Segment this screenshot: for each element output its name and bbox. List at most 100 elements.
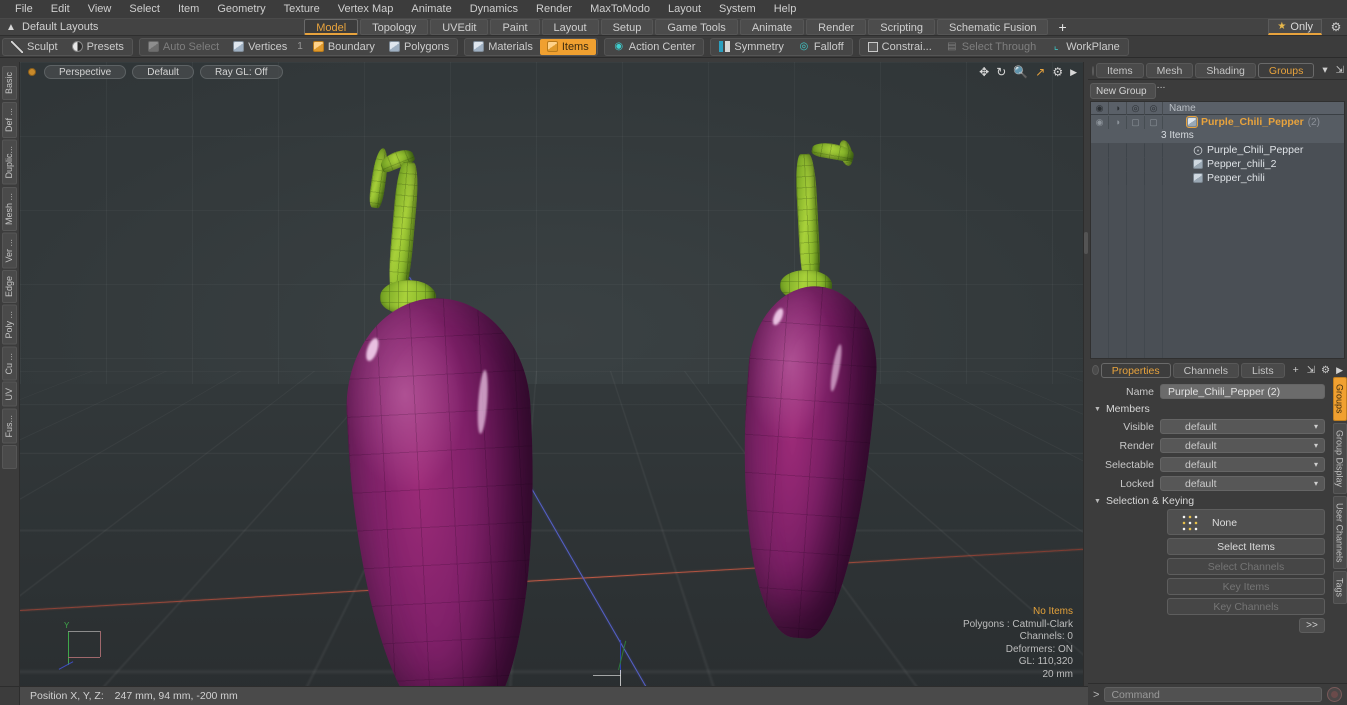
command-input[interactable]: Command (1104, 687, 1322, 702)
layout-tab-render[interactable]: Render (806, 19, 867, 35)
tool-tab-fus[interactable]: Fus... (2, 408, 17, 444)
menu-item-render[interactable]: Render (527, 0, 581, 18)
tab-mesh[interactable]: Mesh ... (1145, 63, 1194, 91)
menu-item-geometry[interactable]: Geometry (208, 0, 274, 18)
lock-icon[interactable]: ◎ (1127, 102, 1145, 115)
side-tab-group-display[interactable]: Group Display (1332, 422, 1347, 494)
table-row[interactable]: ⨀ Purple_Chili_Pepper (1091, 143, 1344, 157)
layout-tab-uvedit[interactable]: UVEdit (430, 19, 489, 35)
tool-tab-basic[interactable]: Basic (2, 66, 17, 101)
only-toggle[interactable]: ★ Only (1268, 19, 1323, 35)
tab-channels[interactable]: Channels (1172, 362, 1239, 378)
rotate-icon[interactable]: ↻ (996, 65, 1006, 79)
action-center-button[interactable]: ◉ Action Center (606, 39, 703, 55)
new-group-button[interactable]: New Group (1090, 83, 1156, 99)
select-through-button[interactable]: ▤ Select Through (939, 39, 1043, 55)
visible-dropdown[interactable]: default (1160, 419, 1325, 434)
tab-shading[interactable]: Shading (1195, 63, 1256, 78)
row-col-1[interactable] (1091, 171, 1109, 185)
table-row[interactable]: Pepper_chili (1091, 171, 1344, 185)
layout-tab-scripting[interactable]: Scripting (868, 19, 936, 35)
tree-row-mesh-1[interactable]: Pepper_chili (1163, 172, 1265, 184)
viewport-menu-dot[interactable] (28, 68, 36, 76)
tool-tab-poly[interactable]: Poly ... (2, 305, 17, 345)
menu-item-item[interactable]: Item (169, 0, 208, 18)
layout-gear-icon[interactable]: ⚙ (1325, 20, 1347, 34)
menu-item-edit[interactable]: Edit (42, 0, 79, 18)
tool-tab-def[interactable]: Def ... (2, 102, 17, 139)
locked-dropdown[interactable]: default (1160, 476, 1325, 491)
tool-tab-extra[interactable] (2, 445, 17, 470)
pan-icon[interactable]: ✥ (979, 65, 989, 79)
menu-item-layout[interactable]: Layout (659, 0, 710, 18)
zoom-icon[interactable]: 🔍 (1013, 65, 1028, 79)
viewport-panel[interactable]: Y No Items Polygons : Catmull-Clark Chan… (20, 62, 1084, 705)
menu-item-select[interactable]: Select (120, 0, 169, 18)
expand-icon[interactable]: ⇲ (1336, 65, 1344, 76)
tool-tab-ver[interactable]: Ver ... (2, 232, 17, 269)
layout-tab-game-tools[interactable]: Game Tools (655, 19, 738, 35)
select-channels-button[interactable]: Select Channels (1167, 558, 1325, 575)
row-col-1[interactable] (1091, 143, 1109, 157)
key-channels-button[interactable]: Key Channels (1167, 598, 1325, 615)
side-tab-user-channels[interactable]: User Channels (1332, 495, 1347, 570)
row-col-3[interactable] (1127, 171, 1145, 185)
workplane-button[interactable]: ⌞ WorkPlane (1043, 39, 1127, 55)
viewport-style-button[interactable]: Default (132, 65, 194, 79)
menu-item-view[interactable]: View (79, 0, 121, 18)
tab-properties[interactable]: Properties (1100, 362, 1171, 378)
tool-tab-cu[interactable]: Cu ... (2, 346, 17, 381)
falloff-button[interactable]: ◎ Falloff (791, 39, 851, 55)
polygons-button[interactable]: Polygons (382, 39, 456, 55)
chevron-right-icon[interactable]: ▶ (1336, 365, 1343, 376)
tree-row-group[interactable]: Purple_Chili_Pepper (2) (1163, 116, 1320, 128)
menu-item-system[interactable]: System (710, 0, 765, 18)
layout-tab-setup[interactable]: Setup (600, 19, 654, 35)
render-dropdown[interactable]: default (1160, 438, 1325, 453)
constraint-button[interactable]: Constrai... (861, 39, 939, 55)
tree-row-locator[interactable]: ⨀ Purple_Chili_Pepper (1163, 144, 1304, 156)
side-tab-tags[interactable]: Tags (1332, 571, 1347, 605)
table-row[interactable]: Pepper_chili_2 (1091, 157, 1344, 171)
add-properties-tab[interactable]: + (1287, 363, 1305, 378)
layout-preset-icon[interactable]: ▲ (0, 22, 22, 33)
layout-tab-layout[interactable]: Layout (541, 19, 599, 35)
presets-button[interactable]: Presets (65, 39, 131, 55)
expand-icon[interactable]: ⇲ (1307, 365, 1315, 376)
row-col-1[interactable] (1091, 157, 1109, 171)
layout-preset-label[interactable]: Default Layouts (22, 21, 112, 33)
selection-keying-section-header[interactable]: ▼ Selection & Keying (1088, 493, 1347, 509)
menu-item-dynamics[interactable]: Dynamics (461, 0, 527, 18)
chevron-right-icon[interactable]: ▶ (1070, 67, 1077, 78)
eye-icon[interactable]: ◉ (1091, 102, 1109, 115)
menu-item-texture[interactable]: Texture (275, 0, 329, 18)
tab-lists[interactable]: Lists (1240, 362, 1285, 378)
row-render-toggle[interactable]: ◑ (1109, 115, 1127, 129)
side-tab-groups[interactable]: Groups (1332, 377, 1347, 421)
table-row[interactable]: ◉ ◑ ▢ ▢ Purple_Chili_Pepper (2) (1091, 115, 1344, 129)
tool-tab-mesh[interactable]: Mesh ... (2, 186, 17, 231)
render-icon[interactable]: ◑ (1109, 102, 1127, 115)
layout-tab-topology[interactable]: Topology (360, 19, 429, 35)
materials-button[interactable]: Materials (466, 39, 540, 55)
members-section-header[interactable]: ▼ Members (1088, 401, 1347, 417)
record-icon[interactable] (1327, 687, 1342, 702)
menu-item-animate[interactable]: Animate (402, 0, 460, 18)
menu-item-help[interactable]: Help (765, 0, 806, 18)
tab-groups[interactable]: Groups (1257, 63, 1315, 78)
menu-item-maxtomodo[interactable]: MaxToModo (581, 0, 659, 18)
gear-icon[interactable]: ⚙ (1052, 65, 1063, 79)
layout-tab-model[interactable]: Model (304, 19, 359, 35)
row-col-4[interactable] (1145, 157, 1163, 171)
tool-tab-uv[interactable]: UV (2, 382, 17, 407)
row-wire-toggle[interactable]: ▢ (1145, 115, 1163, 129)
group-tree[interactable]: ◉ ◑ ◎ ◎ Name ◉ ◑ ▢ ▢ Purple_Chili_Pepper… (1090, 101, 1345, 359)
tab-items[interactable]: Items (1096, 63, 1144, 78)
menu-item-file[interactable]: File (6, 0, 42, 18)
properties-menu-dot[interactable] (1092, 365, 1099, 375)
viewport-projection-button[interactable]: Perspective (44, 65, 127, 79)
chevron-down-icon[interactable]: ▾ (1316, 63, 1333, 78)
row-col-3[interactable] (1127, 143, 1145, 157)
panel-menu-dot[interactable] (1092, 65, 1094, 76)
name-field[interactable]: Purple_Chili_Pepper (2) (1160, 384, 1325, 399)
